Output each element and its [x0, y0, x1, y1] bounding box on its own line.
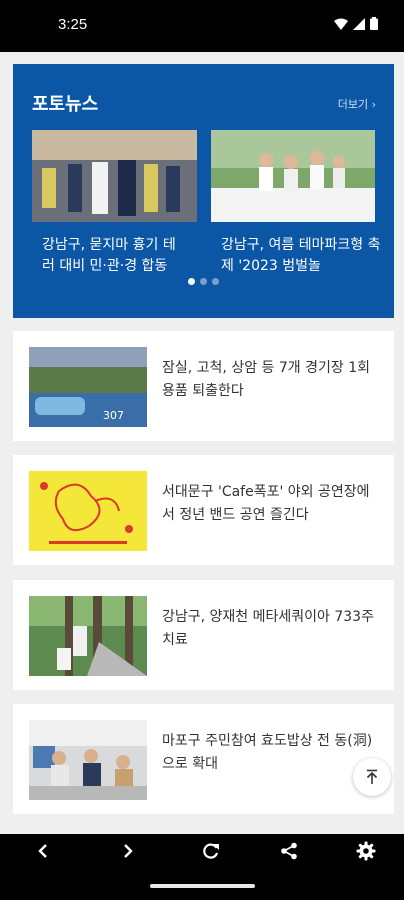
carousel-dot[interactable] [188, 278, 195, 285]
content-area[interactable]: 포토뉴스 더보기 › 강남구, 묻지마 흉기 테러 대비 민·관·경 합동 강남… [0, 52, 404, 834]
news-list-item[interactable]: 강남구, 양재천 메타세쿼이아 733주 치료 [13, 580, 394, 690]
share-icon [281, 842, 297, 860]
carousel-indicator [13, 278, 394, 285]
carousel-dot[interactable] [200, 278, 207, 285]
news-thumbnail[interactable] [29, 720, 147, 800]
bottom-toolbar [0, 834, 404, 868]
signal-icon [353, 17, 365, 30]
back-button[interactable] [30, 838, 56, 864]
scroll-to-top-button[interactable] [353, 758, 391, 796]
photo-card[interactable]: 강남구, 묻지마 흉기 테러 대비 민·관·경 합동 [32, 130, 197, 277]
news-title[interactable]: 서대문구 'Cafe폭포' 야외 공연장에서 정년 밴드 공연 즐긴다 [162, 481, 382, 527]
chevron-right-icon [124, 844, 133, 858]
news-list-item[interactable]: 307 잠실, 고척, 상암 등 7개 경기장 1회용품 퇴출한다 [13, 331, 394, 441]
gear-icon [356, 841, 376, 861]
navigation-handle[interactable] [150, 884, 255, 888]
battery-icon [370, 17, 378, 30]
news-title[interactable]: 강남구, 양재천 메타세쿼이아 733주 치료 [162, 606, 382, 652]
wifi-icon [334, 18, 348, 30]
photo-card-caption[interactable]: 강남구, 묻지마 흉기 테러 대비 민·관·경 합동 [32, 235, 197, 277]
news-thumbnail[interactable] [29, 596, 147, 676]
refresh-icon [203, 843, 219, 859]
chevron-right-icon: › [371, 98, 376, 111]
status-time: 3:25 [58, 16, 88, 33]
news-thumbnail[interactable] [29, 471, 147, 551]
share-button[interactable] [276, 838, 302, 864]
chevron-left-icon [38, 844, 47, 858]
photo-news-title: 포토뉴스 [32, 94, 99, 115]
forward-button[interactable] [115, 838, 141, 864]
settings-button[interactable] [353, 838, 379, 864]
arrow-up-icon [366, 769, 378, 784]
news-title[interactable]: 마포구 주민참여 효도밥상 전 동(洞)으로 확대 [162, 730, 382, 776]
more-link[interactable]: 더보기 › [338, 96, 376, 112]
photo-news-panel: 포토뉴스 더보기 › 강남구, 묻지마 흉기 테러 대비 민·관·경 합동 강남… [13, 64, 394, 318]
status-bar: 3:25 [0, 0, 404, 52]
news-list-item[interactable]: 마포구 주민참여 효도밥상 전 동(洞)으로 확대 [13, 704, 394, 814]
news-thumbnail[interactable]: 307 [29, 347, 147, 427]
more-label[interactable]: 더보기 [338, 98, 368, 111]
refresh-button[interactable] [198, 838, 224, 864]
photo-card-caption[interactable]: 강남구, 여름 테마파크형 축제 '2023 범벌놀 [211, 235, 394, 277]
photo-card[interactable]: 강남구, 여름 테마파크형 축제 '2023 범벌놀 [211, 130, 394, 277]
status-icons [334, 17, 378, 30]
news-thumb-label: 307 [103, 409, 124, 422]
news-list-item[interactable]: 서대문구 'Cafe폭포' 야외 공연장에서 정년 밴드 공연 즐긴다 [13, 455, 394, 565]
photo-card-image[interactable] [211, 130, 375, 222]
photo-card-image[interactable] [32, 130, 197, 222]
news-title[interactable]: 잠실, 고척, 상암 등 7개 경기장 1회용품 퇴출한다 [162, 357, 382, 403]
carousel-dot[interactable] [212, 278, 219, 285]
